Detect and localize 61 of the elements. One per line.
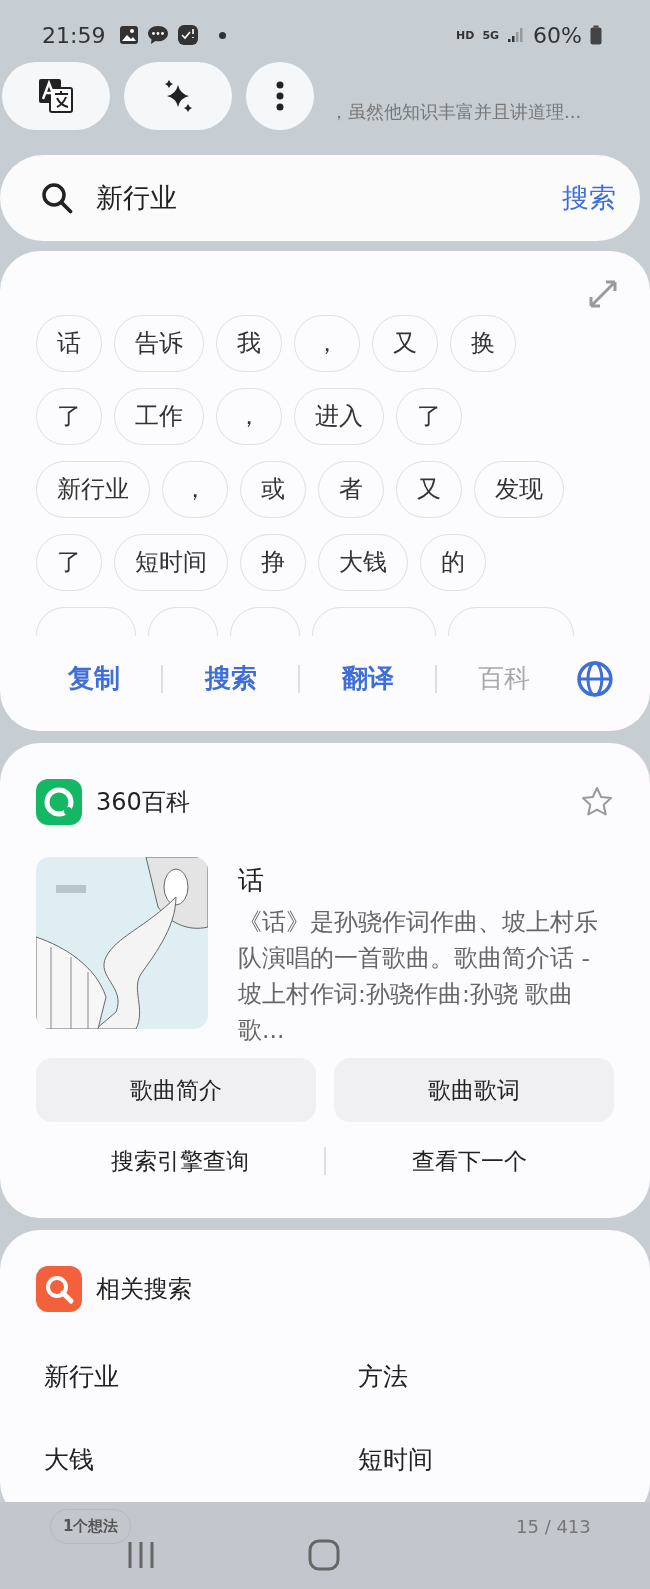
word-chip[interactable]: 话 [36,314,102,372]
search-link[interactable]: 搜索 [562,180,616,216]
word-chip[interactable]: 进入 [294,387,384,445]
hd-label: HD [456,28,475,42]
word-chip[interactable]: ， [294,314,360,372]
expand-icon[interactable] [588,279,618,309]
entry-description: 《话》是孙骁作词作曲、坡上村乐队演唱的一首歌曲。歌曲简介话 - 坡上村作词:孙骁作曲:孙骁 歌曲歌... [238,907,599,1046]
section-title: 相关搜索 [96,1274,192,1305]
word-chip[interactable]: 的 [420,533,486,591]
signal-icon [507,27,526,43]
word-chip[interactable]: 换 [450,314,516,372]
word-chip[interactable]: 了 [396,387,462,445]
word-chip[interactable]: 挣 [240,533,306,591]
network-label: 5G [482,28,500,42]
related-search-link[interactable]: 方法 [358,1360,408,1393]
word-chip[interactable]: 新行业 [36,460,150,518]
word-chip[interactable]: 大钱 [318,533,408,591]
source-title: 360百科 [96,787,190,818]
word-chip[interactable]: 又 [396,460,462,518]
word-chip[interactable]: 又 [372,314,438,372]
action-button[interactable]: 搜索 [162,661,299,697]
related-search-link[interactable]: 大钱 [44,1443,94,1476]
topic-button[interactable]: 歌曲歌词 [334,1058,614,1122]
word-chip[interactable]: 或 [240,460,306,518]
word-chip[interactable]: 了 [36,387,102,445]
checklist-icon [177,24,200,46]
word-chip[interactable]: 我 [216,314,282,372]
page-counter: 15 / 413 [516,1516,591,1537]
word-chip[interactable]: ， [162,460,228,518]
search-icon [40,181,74,215]
image-icon [119,25,140,45]
search-logo-icon [36,1266,82,1312]
recent-apps-icon[interactable] [126,1540,156,1570]
more-icon [275,81,285,111]
battery-level: 60% [533,22,582,48]
card-link[interactable]: 查看下一个 [325,1145,614,1177]
chat-icon [147,25,170,45]
topic-button[interactable]: 歌曲简介 [36,1058,316,1122]
action-button[interactable]: 翻译 [299,661,436,697]
search-query: 新行业 [96,181,178,215]
entry-title: 话 [238,864,264,897]
related-search-link[interactable]: 新行业 [44,1360,119,1393]
action-button[interactable]: 复制 [26,661,162,697]
search-bar[interactable]: 新行业 搜索 [0,155,640,241]
app-logo-icon [36,779,82,825]
word-chip[interactable]: 工作 [114,387,204,445]
translate-icon [37,77,75,115]
card-link[interactable]: 搜索引擎查询 [36,1145,325,1177]
word-chip[interactable]: 者 [318,460,384,518]
home-icon[interactable] [308,1539,340,1571]
status-time: 21:59 [42,22,106,48]
word-chip[interactable]: 短时间 [114,533,228,591]
word-chip[interactable]: ， [216,387,282,445]
background-text: ，虽然他知识丰富并且讲道理... [330,100,582,124]
notification-dot [219,31,227,39]
word-chip[interactable]: 告诉 [114,314,204,372]
battery-icon [590,25,602,45]
globe-icon[interactable] [576,659,615,698]
word-chip[interactable]: 发现 [474,460,564,518]
word-chip[interactable]: 了 [36,533,102,591]
related-search-link[interactable]: 短时间 [358,1443,433,1476]
